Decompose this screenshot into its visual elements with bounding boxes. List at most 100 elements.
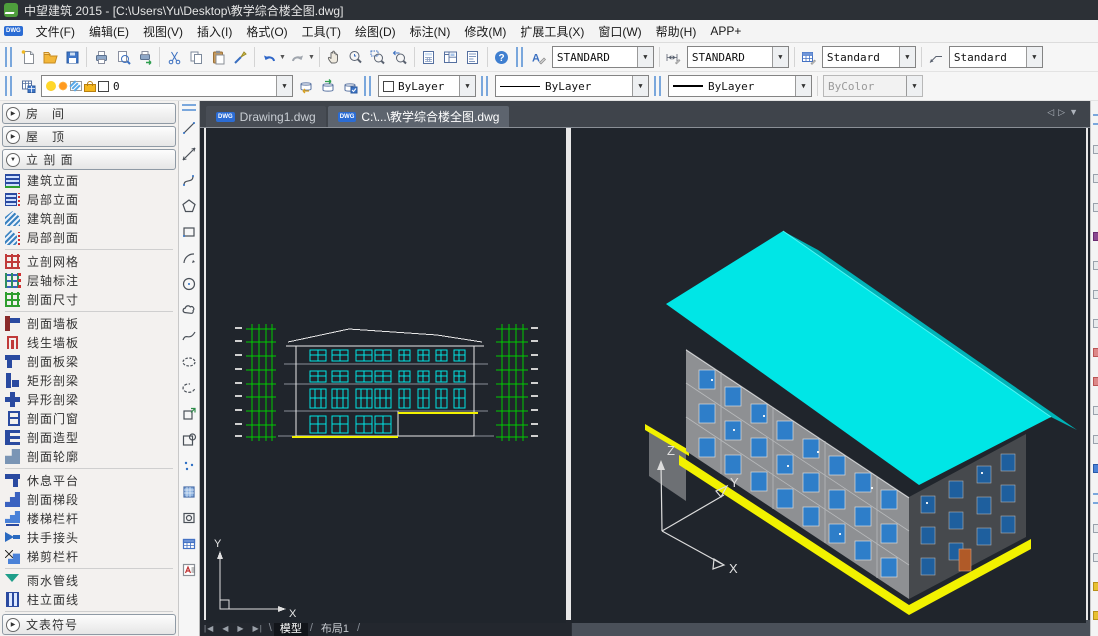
zoom-realtime-button[interactable]: [345, 46, 367, 68]
menu-draw[interactable]: 绘图(D): [348, 21, 403, 42]
dropdown-arrow-icon[interactable]: ▼: [637, 47, 653, 67]
xline-button[interactable]: [180, 141, 198, 167]
palette-item-section-shape[interactable]: 剖面造型: [0, 428, 178, 447]
toolbar-icon-partial[interactable]: [1093, 377, 1098, 386]
toolbar-icon-partial[interactable]: [1093, 464, 1098, 473]
first-tab-icon[interactable]: |◀: [200, 624, 218, 633]
palette-header-section[interactable]: ▼立 剖 面: [2, 149, 176, 170]
pan-button[interactable]: [323, 46, 345, 68]
toolbar-icon-partial[interactable]: [1093, 319, 1098, 328]
color-select[interactable]: ByLayer ▼: [378, 75, 476, 97]
line-button[interactable]: [180, 115, 198, 141]
layer-on-icon[interactable]: [46, 81, 56, 91]
print-button[interactable]: [90, 46, 112, 68]
polygon-button[interactable]: [180, 193, 198, 219]
lineweight-select[interactable]: ByLayer ▼: [668, 75, 812, 97]
menu-modify[interactable]: 修改(M): [457, 21, 513, 42]
palette-item-building-section[interactable]: 建筑剖面: [0, 209, 178, 228]
palette-header-room[interactable]: ▶房 间: [2, 103, 176, 124]
dim-style-select[interactable]: STANDARD ▼: [687, 46, 789, 68]
quickcalc-button[interactable]: [418, 46, 440, 68]
palette-item-section-grid[interactable]: 立剖网格: [0, 252, 178, 271]
toolbar-grip[interactable]: [1093, 114, 1098, 125]
palette-item-section-outline[interactable]: 剖面轮廓: [0, 447, 178, 466]
menu-format[interactable]: 格式(O): [239, 21, 294, 42]
elevation-2d-viewport[interactable]: Y X: [206, 129, 566, 623]
palette-item-partial-section[interactable]: 局部剖面: [0, 228, 178, 247]
toolbar-icon-partial[interactable]: [1093, 348, 1098, 357]
menu-tools[interactable]: 工具(T): [295, 21, 348, 42]
model-3d-viewport[interactable]: Z Y X: [571, 129, 1086, 623]
menu-help[interactable]: 帮助(H): [649, 21, 704, 42]
palette-item-rain-pipe[interactable]: 雨水管线: [0, 571, 178, 590]
palette-item-line-wall-board[interactable]: 线生墙板: [0, 333, 178, 352]
layer-thaw-icon[interactable]: [58, 81, 68, 91]
layer-freeze-viewport-icon[interactable]: [70, 81, 82, 91]
palette-header-symbols[interactable]: ▶文表符号: [2, 614, 176, 635]
dropdown-arrow-icon[interactable]: ▼: [632, 76, 648, 96]
toolbar-icon-partial[interactable]: [1093, 145, 1098, 154]
cut-button[interactable]: [163, 46, 185, 68]
toolbar-grip[interactable]: [364, 76, 371, 96]
palette-item-scissor-stair-railing[interactable]: 梯剪栏杆: [0, 547, 178, 566]
dropdown-arrow-icon[interactable]: ▼: [1026, 47, 1042, 67]
last-tab-icon[interactable]: ▶|: [249, 624, 267, 633]
menu-dimension[interactable]: 标注(N): [403, 21, 458, 42]
next-tab-icon[interactable]: ▶: [233, 624, 248, 633]
menu-app-plus[interactable]: APP+: [703, 22, 748, 40]
designcenter-button[interactable]: [440, 46, 462, 68]
layer-select[interactable]: 0 ▼: [41, 75, 293, 97]
dropdown-arrow-icon[interactable]: ▼: [276, 76, 292, 96]
tab-scroll-left-icon[interactable]: ◁: [1047, 107, 1058, 117]
menu-insert[interactable]: 插入(I): [190, 21, 239, 42]
toolbar-icon-partial[interactable]: [1093, 232, 1098, 241]
toolbar-icon-partial[interactable]: [1093, 290, 1098, 299]
palette-item-building-elevation[interactable]: 建筑立面: [0, 171, 178, 190]
circle-button[interactable]: [180, 271, 198, 297]
layer-unlock-icon[interactable]: [84, 84, 96, 92]
toolbar-icon-partial[interactable]: [1093, 261, 1098, 270]
properties-palette-button[interactable]: [462, 46, 484, 68]
layer-manager-button[interactable]: [17, 75, 39, 97]
layer-translate-button[interactable]: [317, 75, 339, 97]
ellipse-button[interactable]: [180, 349, 198, 375]
undo-dropdown-icon[interactable]: ▼: [279, 54, 286, 61]
open-button[interactable]: [39, 46, 61, 68]
region-button[interactable]: [180, 505, 198, 531]
toolbar-icon-partial[interactable]: [1093, 174, 1098, 183]
toolbar-grip[interactable]: [516, 47, 523, 67]
zoom-previous-button[interactable]: [389, 46, 411, 68]
table-button[interactable]: [180, 531, 198, 557]
ellipse-arc-button[interactable]: [180, 375, 198, 401]
mtext-button[interactable]: [180, 557, 198, 583]
palette-item-handrail-joint[interactable]: 扶手接头: [0, 528, 178, 547]
copy-button[interactable]: [185, 46, 207, 68]
menu-view[interactable]: 视图(V): [136, 21, 190, 42]
make-block-button[interactable]: [180, 427, 198, 453]
hatch-button[interactable]: [180, 479, 198, 505]
doc-tab-teaching-building[interactable]: DWG C:\...\教学综合楼全图.dwg: [328, 106, 510, 127]
palette-item-section-door-window[interactable]: 剖面门窗: [0, 409, 178, 428]
menu-file[interactable]: 文件(F): [29, 21, 82, 42]
redo-dropdown-icon[interactable]: ▼: [308, 54, 315, 61]
palette-item-partial-elevation[interactable]: 局部立面: [0, 190, 178, 209]
toolbar-grip[interactable]: [5, 47, 12, 67]
dropdown-arrow-icon[interactable]: ▼: [772, 47, 788, 67]
point-button[interactable]: [180, 453, 198, 479]
palette-item-stair-railing[interactable]: 楼梯栏杆: [0, 509, 178, 528]
toolbar-grip[interactable]: [481, 76, 488, 96]
polyline-button[interactable]: [180, 167, 198, 193]
toolbar-icon-partial[interactable]: [1093, 406, 1098, 415]
help-button[interactable]: ?: [491, 46, 513, 68]
toolbar-icon-partial[interactable]: [1093, 435, 1098, 444]
toolbar-icon-partial[interactable]: [1093, 203, 1098, 212]
palette-header-roof[interactable]: ▶屋 顶: [2, 126, 176, 147]
tab-list-menu-icon[interactable]: ▼: [1069, 107, 1082, 117]
dropdown-arrow-icon[interactable]: ▼: [795, 76, 811, 96]
prev-tab-icon[interactable]: ◀: [218, 624, 233, 633]
dropdown-arrow-icon[interactable]: ▼: [459, 76, 475, 96]
palette-item-section-wall-board[interactable]: 剖面墙板: [0, 314, 178, 333]
redo-button[interactable]: [287, 46, 309, 68]
palette-item-section-stair-flight[interactable]: 剖面梯段: [0, 490, 178, 509]
undo-button[interactable]: [258, 46, 280, 68]
